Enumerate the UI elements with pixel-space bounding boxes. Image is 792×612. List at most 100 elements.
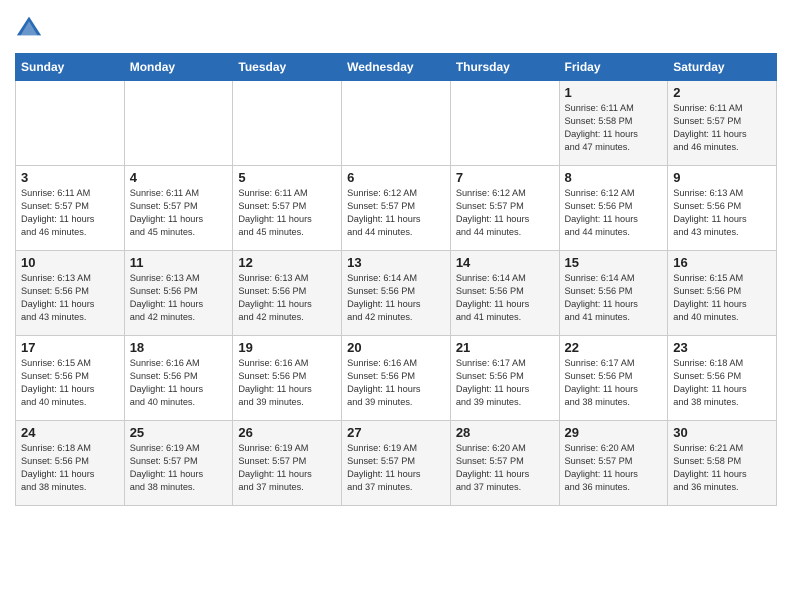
day-number: 11: [130, 255, 228, 270]
day-info: Sunrise: 6:16 AMSunset: 5:56 PMDaylight:…: [130, 357, 228, 409]
calendar-cell-1-6: 1 Sunrise: 6:11 AMSunset: 5:58 PMDaylight…: [559, 81, 668, 166]
day-info: Sunrise: 6:16 AMSunset: 5:56 PMDaylight:…: [347, 357, 445, 409]
calendar-cell-1-2: [124, 81, 233, 166]
calendar-cell-3-1: 10 Sunrise: 6:13 AMSunset: 5:56 PMDayligh…: [16, 251, 125, 336]
day-info: Sunrise: 6:14 AMSunset: 5:56 PMDaylight:…: [347, 272, 445, 324]
calendar-header-tuesday: Tuesday: [233, 54, 342, 81]
day-info: Sunrise: 6:20 AMSunset: 5:57 PMDaylight:…: [565, 442, 663, 494]
calendar-cell-4-3: 19 Sunrise: 6:16 AMSunset: 5:56 PMDayligh…: [233, 336, 342, 421]
day-info: Sunrise: 6:11 AMSunset: 5:57 PMDaylight:…: [130, 187, 228, 239]
day-info: Sunrise: 6:11 AMSunset: 5:58 PMDaylight:…: [565, 102, 663, 154]
page: SundayMondayTuesdayWednesdayThursdayFrid…: [0, 0, 792, 521]
day-number: 19: [238, 340, 336, 355]
day-number: 24: [21, 425, 119, 440]
calendar-header-row: SundayMondayTuesdayWednesdayThursdayFrid…: [16, 54, 777, 81]
day-number: 9: [673, 170, 771, 185]
calendar-cell-3-6: 15Sunrise: 6:14 AMSunset: 5:56 PMDayligh…: [559, 251, 668, 336]
calendar-header-monday: Monday: [124, 54, 233, 81]
day-number: 29: [565, 425, 663, 440]
day-number: 23: [673, 340, 771, 355]
day-number: 22: [565, 340, 663, 355]
day-number: 27: [347, 425, 445, 440]
calendar-cell-3-2: 11 Sunrise: 6:13 AMSunset: 5:56 PMDayligh…: [124, 251, 233, 336]
calendar-cell-1-5: [450, 81, 559, 166]
calendar-header-thursday: Thursday: [450, 54, 559, 81]
calendar-header-sunday: Sunday: [16, 54, 125, 81]
day-number: 8: [565, 170, 663, 185]
day-number: 16: [673, 255, 771, 270]
calendar-cell-2-6: 8 Sunrise: 6:12 AMSunset: 5:56 PMDaylight…: [559, 166, 668, 251]
day-info: Sunrise: 6:19 AMSunset: 5:57 PMDaylight:…: [238, 442, 336, 494]
day-number: 2: [673, 85, 771, 100]
calendar-table: SundayMondayTuesdayWednesdayThursdayFrid…: [15, 53, 777, 506]
day-number: 10: [21, 255, 119, 270]
calendar-cell-1-1: [16, 81, 125, 166]
calendar-cell-4-2: 18 Sunrise: 6:16 AMSunset: 5:56 PMDayligh…: [124, 336, 233, 421]
calendar-header-saturday: Saturday: [668, 54, 777, 81]
calendar-week-3: 10 Sunrise: 6:13 AMSunset: 5:56 PMDayligh…: [16, 251, 777, 336]
calendar-cell-4-5: 21Sunrise: 6:17 AMSunset: 5:56 PMDayligh…: [450, 336, 559, 421]
calendar-cell-2-2: 4 Sunrise: 6:11 AMSunset: 5:57 PMDaylight…: [124, 166, 233, 251]
logo: [15, 10, 47, 45]
day-number: 5: [238, 170, 336, 185]
day-number: 20: [347, 340, 445, 355]
calendar-cell-5-2: 25 Sunrise: 6:19 AMSunset: 5:57 PMDayligh…: [124, 421, 233, 506]
calendar-header-wednesday: Wednesday: [342, 54, 451, 81]
calendar-cell-1-4: [342, 81, 451, 166]
calendar-cell-4-7: 23 Sunrise: 6:18 AMSunset: 5:56 PMDayligh…: [668, 336, 777, 421]
day-info: Sunrise: 6:17 AMSunset: 5:56 PMDaylight:…: [565, 357, 663, 409]
day-info: Sunrise: 6:12 AMSunset: 5:57 PMDaylight:…: [456, 187, 554, 239]
calendar-cell-3-4: 13 Sunrise: 6:14 AMSunset: 5:56 PMDayligh…: [342, 251, 451, 336]
calendar-header-friday: Friday: [559, 54, 668, 81]
calendar-cell-5-1: 24Sunrise: 6:18 AMSunset: 5:56 PMDayligh…: [16, 421, 125, 506]
day-info: Sunrise: 6:17 AMSunset: 5:56 PMDaylight:…: [456, 357, 554, 409]
calendar-cell-1-7: 2Sunrise: 6:11 AMSunset: 5:57 PMDaylight…: [668, 81, 777, 166]
day-number: 26: [238, 425, 336, 440]
day-info: Sunrise: 6:15 AMSunset: 5:56 PMDaylight:…: [673, 272, 771, 324]
day-info: Sunrise: 6:18 AMSunset: 5:56 PMDaylight:…: [673, 357, 771, 409]
calendar-cell-1-3: [233, 81, 342, 166]
calendar-cell-3-5: 14 Sunrise: 6:14 AMSunset: 5:56 PMDayligh…: [450, 251, 559, 336]
day-number: 12: [238, 255, 336, 270]
calendar-week-1: 1 Sunrise: 6:11 AMSunset: 5:58 PMDaylight…: [16, 81, 777, 166]
day-info: Sunrise: 6:13 AMSunset: 5:56 PMDaylight:…: [673, 187, 771, 239]
day-info: Sunrise: 6:13 AMSunset: 5:56 PMDaylight:…: [130, 272, 228, 324]
day-info: Sunrise: 6:16 AMSunset: 5:56 PMDaylight:…: [238, 357, 336, 409]
day-number: 17: [21, 340, 119, 355]
day-number: 14: [456, 255, 554, 270]
day-number: 3: [21, 170, 119, 185]
day-info: Sunrise: 6:13 AMSunset: 5:56 PMDaylight:…: [21, 272, 119, 324]
calendar-cell-4-6: 22 Sunrise: 6:17 AMSunset: 5:56 PMDayligh…: [559, 336, 668, 421]
calendar-week-2: 3 Sunrise: 6:11 AMSunset: 5:57 PMDaylight…: [16, 166, 777, 251]
day-info: Sunrise: 6:14 AMSunset: 5:56 PMDaylight:…: [456, 272, 554, 324]
day-info: Sunrise: 6:12 AMSunset: 5:56 PMDaylight:…: [565, 187, 663, 239]
day-number: 4: [130, 170, 228, 185]
calendar-cell-5-5: 28Sunrise: 6:20 AMSunset: 5:57 PMDayligh…: [450, 421, 559, 506]
day-number: 30: [673, 425, 771, 440]
calendar-cell-3-7: 16 Sunrise: 6:15 AMSunset: 5:56 PMDayligh…: [668, 251, 777, 336]
day-info: Sunrise: 6:19 AMSunset: 5:57 PMDaylight:…: [347, 442, 445, 494]
calendar-cell-2-4: 6 Sunrise: 6:12 AMSunset: 5:57 PMDaylight…: [342, 166, 451, 251]
day-info: Sunrise: 6:20 AMSunset: 5:57 PMDaylight:…: [456, 442, 554, 494]
day-number: 6: [347, 170, 445, 185]
day-info: Sunrise: 6:13 AMSunset: 5:56 PMDaylight:…: [238, 272, 336, 324]
day-number: 18: [130, 340, 228, 355]
calendar-cell-5-6: 29 Sunrise: 6:20 AMSunset: 5:57 PMDayligh…: [559, 421, 668, 506]
calendar-cell-2-1: 3Sunrise: 6:11 AMSunset: 5:57 PMDaylight…: [16, 166, 125, 251]
day-number: 1: [565, 85, 663, 100]
day-info: Sunrise: 6:12 AMSunset: 5:57 PMDaylight:…: [347, 187, 445, 239]
calendar-cell-5-3: 26 Sunrise: 6:19 AMSunset: 5:57 PMDayligh…: [233, 421, 342, 506]
calendar-cell-5-7: 30 Sunrise: 6:21 AMSunset: 5:58 PMDayligh…: [668, 421, 777, 506]
day-number: 25: [130, 425, 228, 440]
calendar-cell-4-4: 20 Sunrise: 6:16 AMSunset: 5:56 PMDayligh…: [342, 336, 451, 421]
day-info: Sunrise: 6:21 AMSunset: 5:58 PMDaylight:…: [673, 442, 771, 494]
day-info: Sunrise: 6:15 AMSunset: 5:56 PMDaylight:…: [21, 357, 119, 409]
logo-icon: [15, 12, 43, 40]
day-info: Sunrise: 6:19 AMSunset: 5:57 PMDaylight:…: [130, 442, 228, 494]
calendar-cell-5-4: 27 Sunrise: 6:19 AMSunset: 5:57 PMDayligh…: [342, 421, 451, 506]
calendar-cell-4-1: 17 Sunrise: 6:15 AMSunset: 5:56 PMDayligh…: [16, 336, 125, 421]
day-number: 7: [456, 170, 554, 185]
day-number: 13: [347, 255, 445, 270]
day-info: Sunrise: 6:11 AMSunset: 5:57 PMDaylight:…: [238, 187, 336, 239]
calendar-cell-2-3: 5 Sunrise: 6:11 AMSunset: 5:57 PMDaylight…: [233, 166, 342, 251]
